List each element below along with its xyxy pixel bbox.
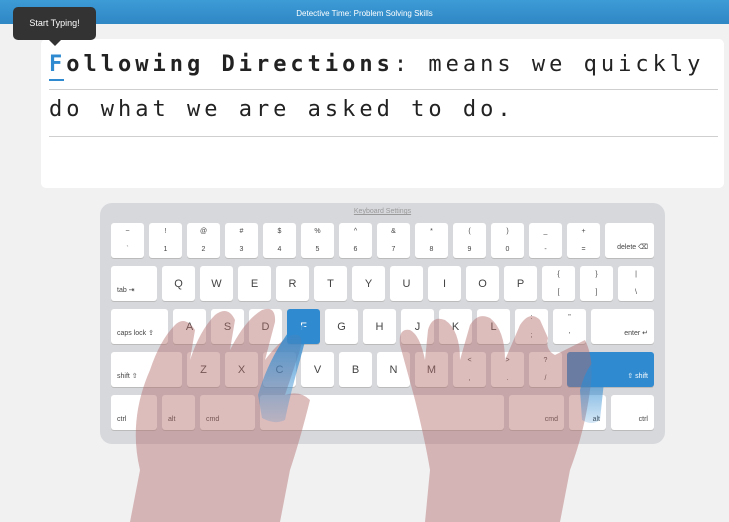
key-u[interactable]: U [390, 266, 423, 301]
key-enter[interactable]: enter ↵ [591, 309, 654, 344]
key-h[interactable]: H [363, 309, 396, 344]
key-1[interactable]: ! 1 [149, 223, 182, 258]
key-j[interactable]: J [401, 309, 434, 344]
key-g[interactable]: G [325, 309, 358, 344]
key-cmd-left[interactable]: cmd [200, 395, 255, 430]
key-o[interactable]: O [466, 266, 499, 301]
start-typing-tooltip: Start Typing! [13, 7, 96, 46]
lesson-text-panel: Following Directions: means we quickly d… [41, 39, 724, 188]
key-x[interactable]: X [225, 352, 258, 387]
key-d[interactable]: D [249, 309, 282, 344]
key-c[interactable]: C [263, 352, 296, 387]
key-i[interactable]: I [428, 266, 461, 301]
key-t[interactable]: T [314, 266, 347, 301]
key-alt-left[interactable]: alt [162, 395, 195, 430]
key-a[interactable]: A [173, 309, 206, 344]
key-l[interactable]: L [477, 309, 510, 344]
key-backslash[interactable]: | \ [618, 266, 654, 301]
key-0[interactable]: ) 0 [491, 223, 524, 258]
key-minus[interactable]: _ - [529, 223, 562, 258]
key-n[interactable]: N [377, 352, 410, 387]
key-5[interactable]: % 5 [301, 223, 334, 258]
key-v[interactable]: V [301, 352, 334, 387]
key-y[interactable]: Y [352, 266, 385, 301]
key-ctrl-right[interactable]: ctrl [611, 395, 654, 430]
key-b[interactable]: B [339, 352, 372, 387]
key-tab[interactable]: tab ⇥ [111, 266, 157, 301]
key-shift-left[interactable]: shift ⇧ [111, 352, 182, 387]
key-space[interactable] [260, 395, 504, 430]
app-title: Detective Time: Problem Solving Skills [296, 9, 433, 18]
key-q[interactable]: Q [162, 266, 195, 301]
key-z[interactable]: Z [187, 352, 220, 387]
key-slash[interactable]: ? / [529, 352, 562, 387]
key-caps-lock[interactable]: caps lock ⇪ [111, 309, 168, 344]
key-8[interactable]: * 8 [415, 223, 448, 258]
key-7[interactable]: & 7 [377, 223, 410, 258]
key-equals[interactable]: + = [567, 223, 600, 258]
key-2[interactable]: @2 [187, 223, 220, 258]
key-period[interactable]: >. [491, 352, 524, 387]
lesson-line-1: Following Directions: means we quickly [49, 52, 718, 90]
on-screen-keyboard: Keyboard Settings ~ ` ! 1 @2 #3 $4 % 5 ^ 6 &… [100, 203, 665, 444]
lesson-line-1-tail: : means we quickly [393, 52, 705, 77]
key-backtick[interactable]: ~ ` [111, 223, 144, 258]
key-s[interactable]: S [211, 309, 244, 344]
key-f[interactable]: F [287, 309, 320, 344]
key-right-bracket[interactable]: }] [580, 266, 613, 301]
key-4[interactable]: $4 [263, 223, 296, 258]
key-semicolon[interactable]: :; [515, 309, 548, 344]
key-alt-right[interactable]: alt [569, 395, 606, 430]
key-cmd-right[interactable]: cmd [509, 395, 564, 430]
key-delete[interactable]: delete ⌫ [605, 223, 654, 258]
key-k[interactable]: K [439, 309, 472, 344]
key-p[interactable]: P [504, 266, 537, 301]
key-ctrl-left[interactable]: ctrl [111, 395, 157, 430]
key-quote[interactable]: " ' [553, 309, 586, 344]
key-r[interactable]: R [276, 266, 309, 301]
key-3[interactable]: #3 [225, 223, 258, 258]
lesson-line-2: do what we are asked to do. [49, 97, 718, 137]
key-9[interactable]: (9 [453, 223, 486, 258]
keyboard-settings-link[interactable]: Keyboard Settings [100, 208, 665, 215]
lesson-bold-term: ollowing Directions [66, 52, 394, 77]
current-character: F [49, 52, 67, 81]
app-title-bar: Detective Time: Problem Solving Skills [0, 0, 729, 24]
key-m[interactable]: M [415, 352, 448, 387]
key-left-bracket[interactable]: {[ [542, 266, 575, 301]
key-comma[interactable]: <, [453, 352, 486, 387]
key-6[interactable]: ^ 6 [339, 223, 372, 258]
key-shift-right[interactable]: ⇧ shift [567, 352, 654, 387]
key-e[interactable]: E [238, 266, 271, 301]
key-w[interactable]: W [200, 266, 233, 301]
